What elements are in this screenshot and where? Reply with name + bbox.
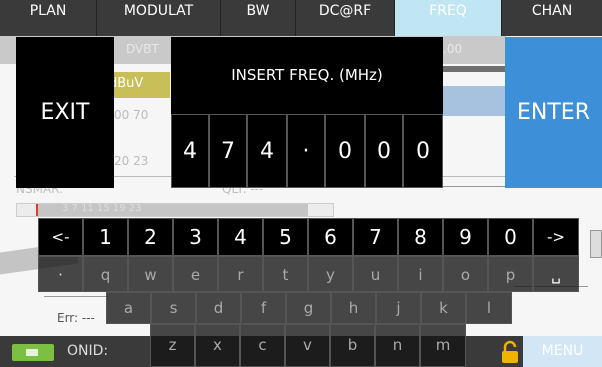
onid-label: ONID: [67,343,109,359]
key-f[interactable]: f [241,292,286,324]
keyboard-row-4: z x c v b n m [150,324,466,367]
key-e[interactable]: e [173,256,218,292]
key-h[interactable]: h [331,292,376,324]
tab-plan[interactable]: PLAN [0,0,97,36]
tab-dc-rf[interactable]: DC@RF [296,0,395,36]
freq-digit: 7 [209,114,247,188]
key-k[interactable]: k [421,292,466,324]
key-j[interactable]: j [376,292,421,324]
key-cursor-left[interactable]: <- [38,218,83,256]
key-l[interactable]: l [466,292,512,324]
key-cursor-right[interactable]: -> [533,218,579,256]
key-3[interactable]: 3 [173,218,218,256]
key-o[interactable]: o [443,256,488,292]
key-4[interactable]: 4 [218,218,263,256]
key-r[interactable]: r [218,256,263,292]
bar-top [441,66,505,72]
key-t[interactable]: t [263,256,308,292]
unit-label: dBuV [109,76,144,91]
exit-button[interactable]: EXIT [16,37,114,188]
key-b[interactable]: b [330,324,375,367]
tab-chan[interactable]: CHAN [502,0,602,36]
menu-button[interactable]: MENU [523,336,602,367]
freq-tail: .00 [443,42,463,56]
freq-digit: 0 [365,114,403,188]
freq-prompt: INSERT FREQ. (MHz) [171,37,443,114]
key-p[interactable]: p [488,256,533,292]
tab-bar: PLAN MODULAT BW DC@RF FREQ CHAN [0,0,602,36]
keyboard-row-3: a s d f g h j k l [106,292,512,324]
key-i[interactable]: i [398,256,443,292]
key-y[interactable]: y [308,256,353,292]
err-line [44,296,108,297]
key-v[interactable]: v [285,324,330,367]
key-6[interactable]: 6 [308,218,353,256]
scale-b: 20 23 [114,154,149,168]
bar-scale: 3 7 11 15 19 23 [62,203,142,214]
key-0[interactable]: 0 [488,218,533,256]
key-w[interactable]: w [128,256,173,292]
key-q[interactable]: q [83,256,128,292]
freq-digit: 0 [403,114,443,188]
key-7[interactable]: 7 [353,218,398,256]
key-c[interactable]: c [240,324,285,367]
keyboard-row-2: · q w e r t y u i o p ␣ [38,256,579,292]
tab-modulat[interactable]: MODULAT [97,0,221,36]
key-s[interactable]: s [151,292,196,324]
tab-freq[interactable]: FREQ [395,0,502,36]
key-8[interactable]: 8 [398,218,443,256]
battery-icon [12,344,54,361]
freq-digit: 4 [247,114,287,188]
key-1[interactable]: 1 [83,218,128,256]
freq-digit: 4 [171,114,209,188]
tab-bw[interactable]: BW [221,0,296,36]
menu-label: MENU [541,343,584,359]
key-5[interactable]: 5 [263,218,308,256]
key-m[interactable]: m [420,324,466,367]
key-dot[interactable]: · [38,256,83,292]
key-9[interactable]: 9 [443,218,488,256]
scale-a: 00 70 [114,108,149,122]
key-space[interactable]: ␣ [533,256,579,292]
key-z[interactable]: z [150,324,195,367]
keyboard-row-1: <- 1 2 3 4 5 6 7 8 9 0 -> [38,218,579,256]
side-indicator [590,230,602,258]
lock-icon[interactable] [499,340,521,364]
standard-label: DVBT [126,42,159,56]
decimal-point: · [287,114,325,188]
key-n[interactable]: n [375,324,420,367]
key-g[interactable]: g [286,292,331,324]
key-u[interactable]: u [353,256,398,292]
freq-digit: 0 [325,114,365,188]
key-d[interactable]: d [196,292,241,324]
enter-button[interactable]: ENTER [505,37,602,188]
key-a[interactable]: a [106,292,151,324]
key-2[interactable]: 2 [128,218,173,256]
key-x[interactable]: x [195,324,240,367]
freq-digits: 4 7 4 · 0 0 0 [171,114,443,188]
err-label: Err: --- [57,311,95,325]
bar-blue [441,86,505,116]
meter-screen: PLAN MODULAT BW DC@RF FREQ CHAN DVBT .00… [0,0,602,367]
